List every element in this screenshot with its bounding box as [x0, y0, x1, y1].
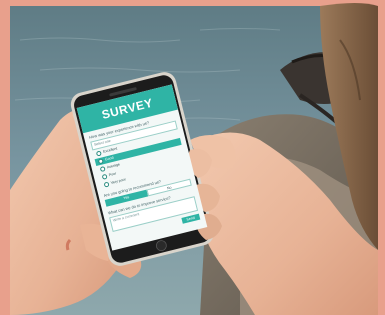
photo-scene — [0, 0, 385, 315]
radio-button-icon — [103, 181, 110, 188]
radio-button-icon — [97, 158, 104, 165]
radio-button-icon — [95, 150, 102, 157]
send-button[interactable]: Send — [180, 213, 201, 224]
radio-button-icon — [101, 173, 108, 180]
radio-button-icon — [99, 166, 106, 173]
photo-frame: SURVEY How was your experience with us? … — [0, 0, 385, 315]
